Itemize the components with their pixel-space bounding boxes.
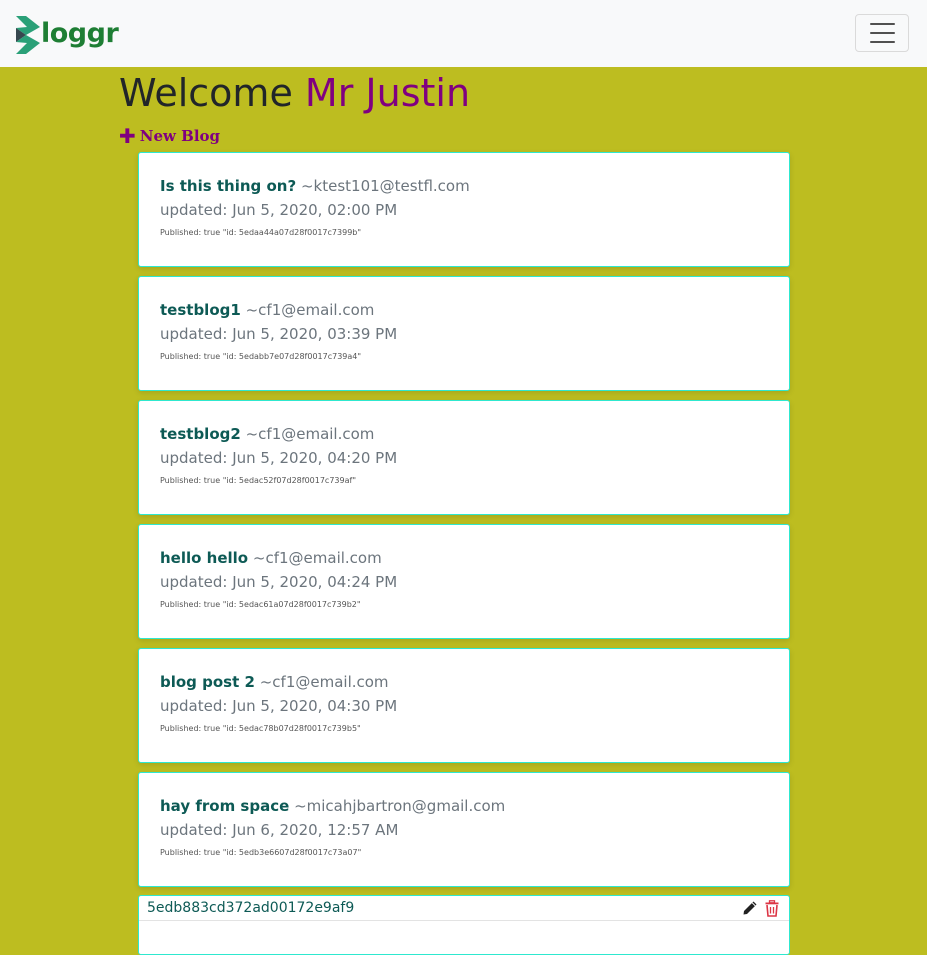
blog-updated: updated: Jun 5, 2020, 04:20 PM: [160, 449, 398, 467]
blog-card-actions: [741, 899, 781, 917]
blog-card-editable: 5edb883cd372ad00172e9af9: [138, 895, 790, 955]
blog-author: ~cf1@email.com: [259, 673, 389, 691]
blog-published-status: Published: true "id: 5edac78b07d28f0017c…: [160, 724, 361, 733]
blog-author: ~cf1@email.com: [245, 301, 375, 319]
blog-title: Is this thing on?: [160, 177, 297, 195]
blog-id: 5edb883cd372ad00172e9af9: [147, 900, 355, 916]
blog-published-status: Published: true "id: 5edb3e6607d28f0017c…: [160, 848, 362, 857]
user-name: Mr Justin: [304, 71, 471, 115]
blog-author: ~cf1@email.com: [245, 425, 375, 443]
pencil-icon[interactable]: [741, 899, 759, 917]
blog-title: hello hello: [160, 549, 249, 567]
blog-card[interactable]: Is this thing on? ~ktest101@testfl.com up…: [138, 152, 790, 267]
menu-toggle-button[interactable]: [855, 14, 909, 52]
blog-published-status: Published: true "id: 5edaa44a07d28f0017c…: [160, 228, 362, 237]
navbar: loggr: [0, 0, 927, 67]
blog-heading: hay from space ~micahjbartron@gmail.com: [160, 795, 768, 817]
trash-icon[interactable]: [763, 899, 781, 917]
blog-card-header: 5edb883cd372ad00172e9af9: [139, 896, 789, 921]
brand-logo[interactable]: loggr: [16, 15, 119, 55]
blog-card[interactable]: hay from space ~micahjbartron@gmail.com u…: [138, 772, 790, 887]
blog-card[interactable]: hello hello ~cf1@email.com updated: Jun 5…: [138, 524, 790, 639]
blog-updated: updated: Jun 5, 2020, 02:00 PM: [160, 201, 398, 219]
blog-heading: testblog1 ~cf1@email.com: [160, 299, 768, 321]
blog-updated: updated: Jun 5, 2020, 04:24 PM: [160, 573, 398, 591]
blog-published-status: Published: true "id: 5edabb7e07d28f0017c…: [160, 352, 362, 361]
hamburger-icon: [869, 23, 895, 25]
brand-text: loggr: [41, 17, 119, 49]
blog-author: ~ktest101@testfl.com: [300, 177, 470, 195]
blog-heading: hello hello ~cf1@email.com: [160, 547, 768, 569]
page-title: Welcome Mr Justin: [119, 70, 470, 116]
blog-author: ~cf1@email.com: [252, 549, 382, 567]
blog-heading: Is this thing on? ~ktest101@testfl.com: [160, 175, 768, 197]
blog-heading: testblog2 ~cf1@email.com: [160, 423, 768, 445]
blog-card[interactable]: blog post 2 ~cf1@email.com updated: Jun 5…: [138, 648, 790, 763]
new-blog-label: New Blog: [139, 127, 221, 145]
blog-author: ~micahjbartron@gmail.com: [294, 797, 506, 815]
blog-published-status: Published: true "id: 5edac61a07d28f0017c…: [160, 600, 361, 609]
plus-icon: ✚: [119, 124, 136, 148]
blog-title: testblog2: [160, 425, 241, 443]
blog-updated: updated: Jun 6, 2020, 12:57 AM: [160, 821, 399, 839]
blog-title: testblog1: [160, 301, 241, 319]
new-blog-button[interactable]: ✚ New Blog: [119, 126, 220, 146]
blog-title: hay from space: [160, 797, 290, 815]
blog-updated: updated: Jun 5, 2020, 04:30 PM: [160, 697, 398, 715]
blog-card[interactable]: testblog2 ~cf1@email.com updated: Jun 5, …: [138, 400, 790, 515]
welcome-greeting: Welcome: [119, 71, 293, 115]
blog-updated: updated: Jun 5, 2020, 03:39 PM: [160, 325, 398, 343]
blog-published-status: Published: true "id: 5edac52f07d28f0017c…: [160, 476, 356, 485]
bloggr-logo-icon: [16, 16, 40, 54]
blog-card[interactable]: testblog1 ~cf1@email.com updated: Jun 5, …: [138, 276, 790, 391]
blog-heading: blog post 2 ~cf1@email.com: [160, 671, 768, 693]
blog-title: blog post 2: [160, 673, 255, 691]
